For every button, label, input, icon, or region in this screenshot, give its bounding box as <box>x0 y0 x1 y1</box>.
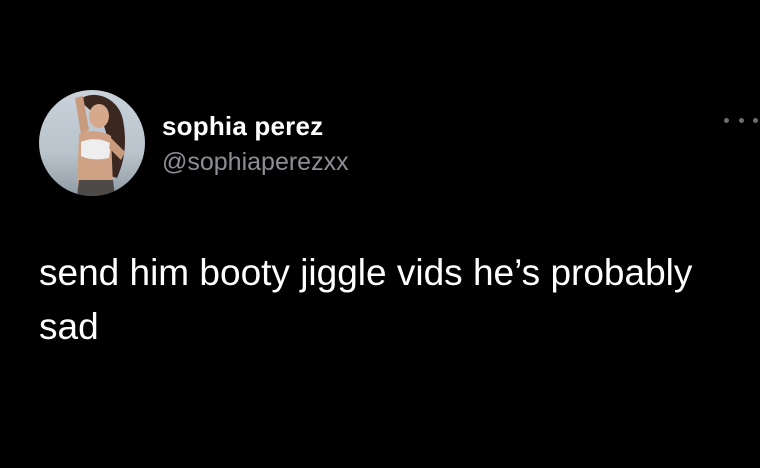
more-dot <box>753 117 758 123</box>
more-dot <box>738 117 744 123</box>
more-dot <box>724 117 729 123</box>
author-display-name[interactable]: sophia perez <box>162 111 323 142</box>
tweet-text: send him booty jiggle vids he’s probably… <box>39 252 693 347</box>
author-handle[interactable]: @sophiaperezxx <box>162 148 349 177</box>
tweet: sophia perez @sophiaperezxx send him boo… <box>0 0 760 468</box>
avatar[interactable] <box>39 90 145 196</box>
avatar-image <box>39 90 145 196</box>
more-options-icon[interactable] <box>724 113 758 127</box>
